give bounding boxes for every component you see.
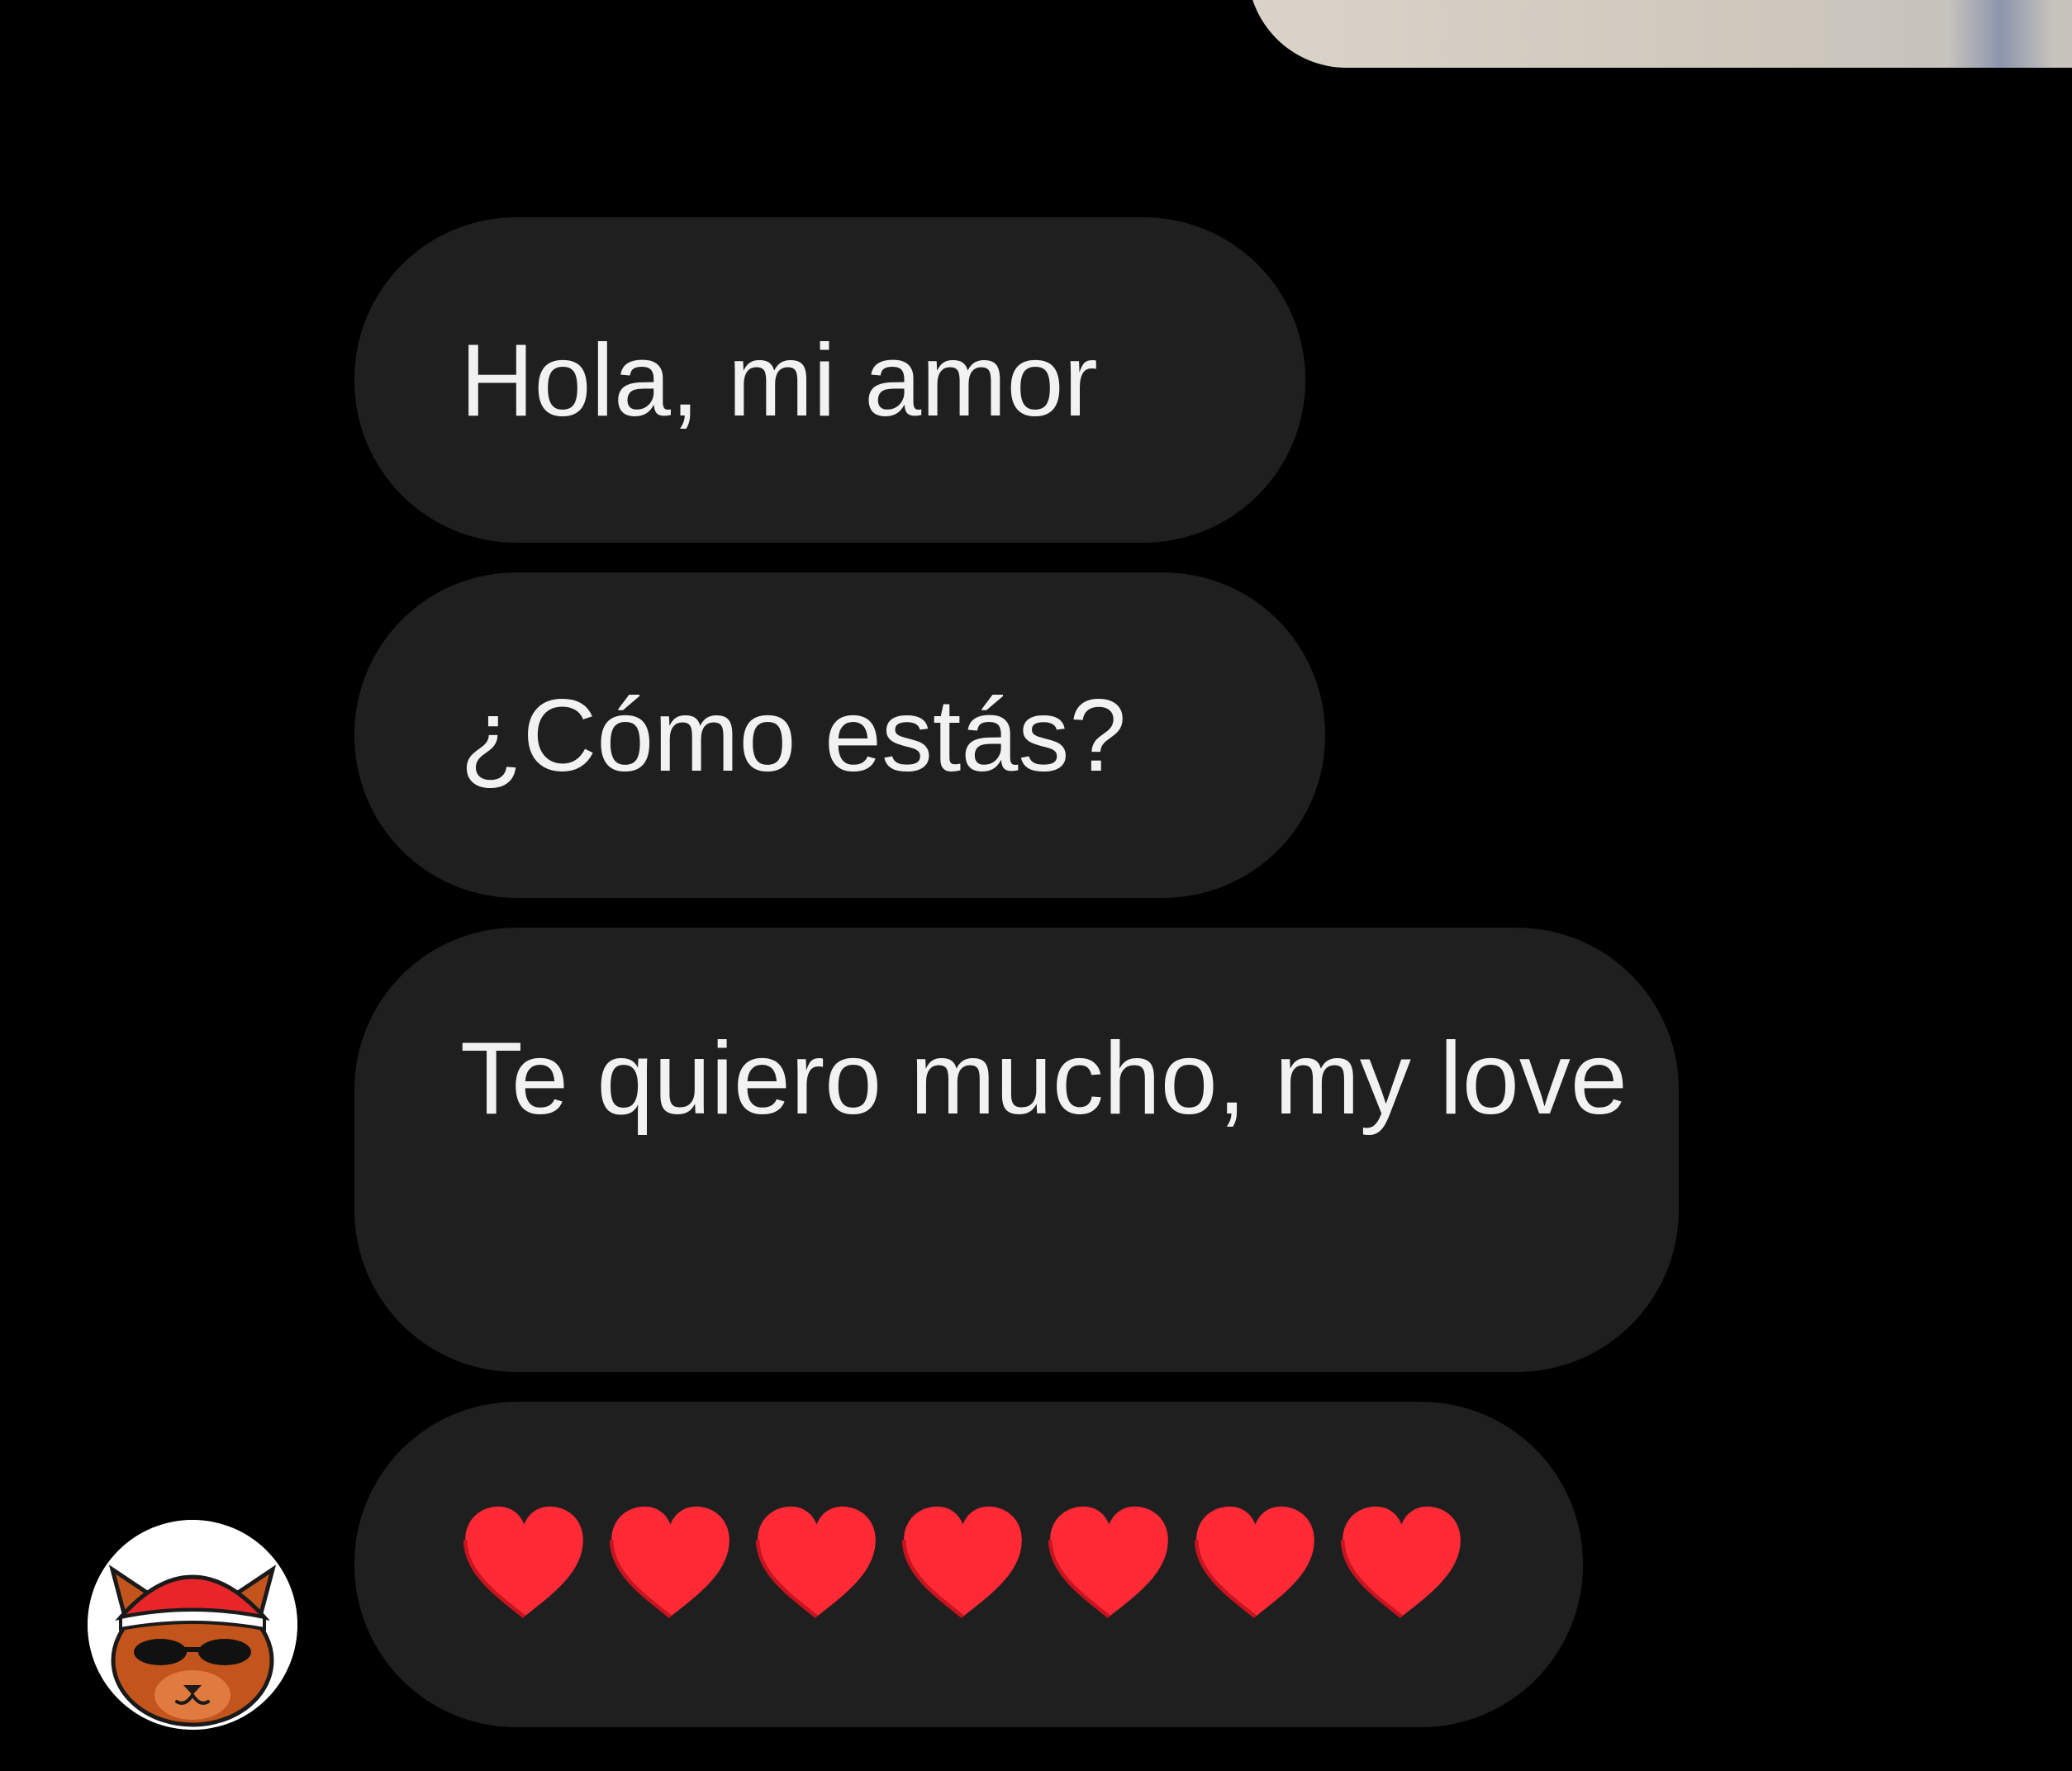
message-text: ¿Cómo estás?	[460, 679, 1127, 793]
message-text: Hola, mi amor	[460, 324, 1098, 438]
heart-emoji-icon	[460, 1499, 588, 1621]
heart-emoji-icon	[1338, 1499, 1466, 1621]
fox-avatar-icon	[88, 1520, 297, 1730]
heart-emoji-icon	[899, 1499, 1027, 1621]
heart-emoji-icon	[1045, 1499, 1173, 1621]
message-text: Te quiero mucho, my love	[460, 1022, 1628, 1136]
heart-emoji-row	[460, 1499, 1466, 1621]
heart-emoji-icon	[753, 1499, 881, 1621]
shared-image-preview[interactable]	[1247, 0, 2072, 68]
message-bubble-hearts[interactable]	[354, 1402, 1583, 1727]
avatar[interactable]	[88, 1520, 297, 1730]
message-bubble[interactable]: Hola, mi amor	[354, 217, 1305, 543]
message-bubble[interactable]: ¿Cómo estás?	[354, 572, 1325, 898]
heart-emoji-icon	[606, 1499, 734, 1621]
heart-emoji-icon	[1191, 1499, 1319, 1621]
message-bubble[interactable]: Te quiero mucho, my love	[354, 928, 1679, 1372]
